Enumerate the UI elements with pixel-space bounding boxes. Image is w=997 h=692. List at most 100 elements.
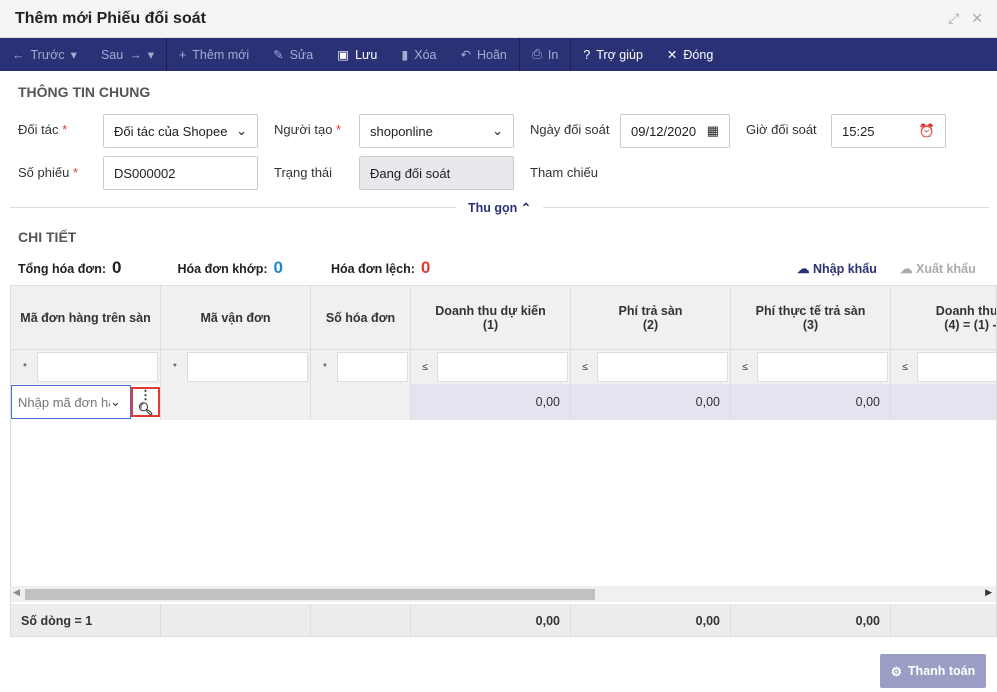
help-icon: ? (583, 47, 591, 62)
undo-button[interactable]: ↶ Hoãn (448, 38, 518, 71)
filter-op[interactable]: * (163, 362, 187, 373)
scrollbar-thumb[interactable] (25, 589, 595, 600)
import-label: Nhập khẩu (812, 262, 877, 276)
import-button[interactable]: ☁ Nhập khẩu (797, 261, 877, 276)
close-button[interactable]: ✕ Đóng (655, 38, 725, 71)
filter-op[interactable]: ≤ (733, 362, 757, 373)
close-icon[interactable]: ✕ (971, 10, 983, 27)
col-invoice[interactable]: Số hóa đơn (311, 286, 411, 349)
edit-label: Sửa (289, 47, 314, 62)
filter-input[interactable] (187, 352, 308, 382)
save-button[interactable]: ▣ Lưu (325, 38, 389, 71)
order-code-input[interactable]: ⌄ (11, 385, 131, 419)
diff-label: Hóa đơn lệch: (330, 262, 415, 276)
order-code-field[interactable] (18, 394, 110, 410)
x-icon: ✕ (666, 48, 678, 62)
detail-table: Mã đơn hàng trên sàn Mã vận đơn Số hóa đ… (10, 285, 997, 637)
partner-label: Đối tác * (18, 122, 68, 137)
partner-select[interactable]: Đối tác của Shopee ⌄ (103, 114, 258, 148)
save-icon: ▣ (337, 48, 350, 62)
total-count: 0 (112, 258, 122, 277)
collapse-button[interactable]: Thu gọn ⌃ (456, 200, 544, 215)
calendar-icon[interactable]: ▦ (707, 123, 719, 139)
scroll-right-icon[interactable]: ▶ (985, 587, 992, 598)
filter-row: * * * ≤ ≤ ≤ ≤ (11, 350, 996, 384)
plus-icon: + (178, 47, 187, 62)
search-list-button[interactable]: ⋮🔍︎ (131, 387, 160, 417)
partner-label-text: Đối tác (18, 122, 59, 137)
partner-value: Đối tác của Shopee (114, 123, 228, 139)
caret-icon: ▾ (70, 48, 77, 62)
filter-op[interactable]: * (13, 362, 37, 373)
col-expected-revenue[interactable]: Doanh thu dự kiến (1) (411, 286, 571, 349)
cell-net-revenue[interactable] (891, 384, 996, 420)
edit-button[interactable]: ✎ Sửa (261, 38, 325, 71)
cell-invoice[interactable] (311, 384, 411, 420)
section-detail: CHI TIẾT (18, 229, 77, 245)
filter-input[interactable] (437, 352, 568, 382)
filter-input[interactable] (37, 352, 158, 382)
date-value: 09/12/2020 (631, 123, 697, 139)
filter-input[interactable] (757, 352, 888, 382)
col-platform-fee[interactable]: Phí trả sàn (2) (571, 286, 731, 349)
next-button[interactable]: Sau → ▾ (89, 38, 166, 71)
sum-expected-revenue: 0,00 (411, 604, 571, 636)
arrow-left-icon: ← (12, 47, 25, 62)
creator-select[interactable]: shoponline ⌄ (359, 114, 514, 148)
payment-button[interactable]: ⚙ Thanh toán (880, 654, 986, 688)
number-input[interactable]: DS000002 (103, 156, 258, 190)
delete-button[interactable]: ▮ Xóa (389, 38, 448, 71)
close-label: Đóng (683, 47, 714, 62)
add-button[interactable]: + Thêm mới (167, 38, 261, 71)
dialog-titlebar: Thêm mới Phiếu đối soát ⤢ ✕ (0, 0, 997, 38)
filter-input[interactable] (337, 352, 408, 382)
cell-expected-revenue[interactable]: 0,00 (411, 384, 571, 420)
delete-label: Xóa (414, 47, 437, 62)
filter-input[interactable] (597, 352, 728, 382)
horizontal-scrollbar[interactable]: ◀ ▶ (11, 586, 996, 602)
export-button[interactable]: ☁ Xuất khẩu (900, 261, 976, 276)
cell-platform-fee[interactable]: 0,00 (571, 384, 731, 420)
row-count: Số dòng = 1 (11, 604, 161, 636)
prev-button[interactable]: ← Trước ▾ (0, 38, 89, 71)
reference-label: Tham chiếu (530, 165, 598, 180)
table-row: ⌄ ⋮🔍︎ 0,00 0,00 0,00 (11, 384, 996, 420)
scroll-left-icon[interactable]: ◀ (13, 587, 20, 598)
number-label: Số phiếu * (18, 165, 79, 180)
filter-op[interactable]: * (313, 362, 337, 373)
col-tracking[interactable]: Mã vận đơn (161, 286, 311, 349)
chevron-down-icon[interactable]: ⌄ (110, 394, 121, 410)
time-value: 15:25 (842, 123, 875, 139)
col-order-code[interactable]: Mã đơn hàng trên sàn (11, 286, 161, 349)
match-label: Hóa đơn khớp: (177, 262, 268, 276)
col-actual-fee[interactable]: Phí thực tế trả sàn (3) (731, 286, 891, 349)
clock-icon[interactable]: ⏰ (919, 123, 935, 139)
chevron-up-icon: ⌃ (520, 201, 532, 215)
help-label: Trợ giúp (596, 47, 643, 62)
col-net-revenue[interactable]: Doanh thu t (4) = (1) - (891, 286, 996, 349)
sum-actual-fee: 0,00 (731, 604, 891, 636)
time-input[interactable]: 15:25 ⏰ (831, 114, 946, 148)
filter-op[interactable]: ≤ (573, 362, 597, 373)
cell-tracking[interactable] (161, 384, 311, 420)
search-list-icon: ⋮🔍︎ (137, 388, 154, 416)
time-label: Giờ đối soát (746, 122, 817, 137)
filter-op[interactable]: ≤ (413, 362, 437, 373)
sum-platform-fee: 0,00 (571, 604, 731, 636)
date-input[interactable]: 09/12/2020 ▦ (620, 114, 730, 148)
maximize-icon[interactable]: ⤢ (948, 10, 959, 27)
print-button[interactable]: ⎙ In (520, 38, 570, 71)
trash-icon: ▮ (401, 48, 409, 62)
dialog-title: Thêm mới Phiếu đối soát (15, 9, 206, 27)
help-button[interactable]: ? Trợ giúp (571, 38, 655, 71)
cell-actual-fee[interactable]: 0,00 (731, 384, 891, 420)
chevron-down-icon: ⌄ (236, 123, 247, 138)
prev-label: Trước (30, 47, 65, 62)
printer-icon: ⎙ (531, 47, 542, 61)
arrow-right-icon: → (129, 47, 142, 62)
filter-op[interactable]: ≤ (893, 362, 917, 373)
status-value: Đang đối soát (370, 165, 451, 181)
undo-label: Hoãn (476, 47, 507, 62)
filter-input[interactable] (917, 352, 996, 382)
next-label: Sau (100, 47, 124, 62)
